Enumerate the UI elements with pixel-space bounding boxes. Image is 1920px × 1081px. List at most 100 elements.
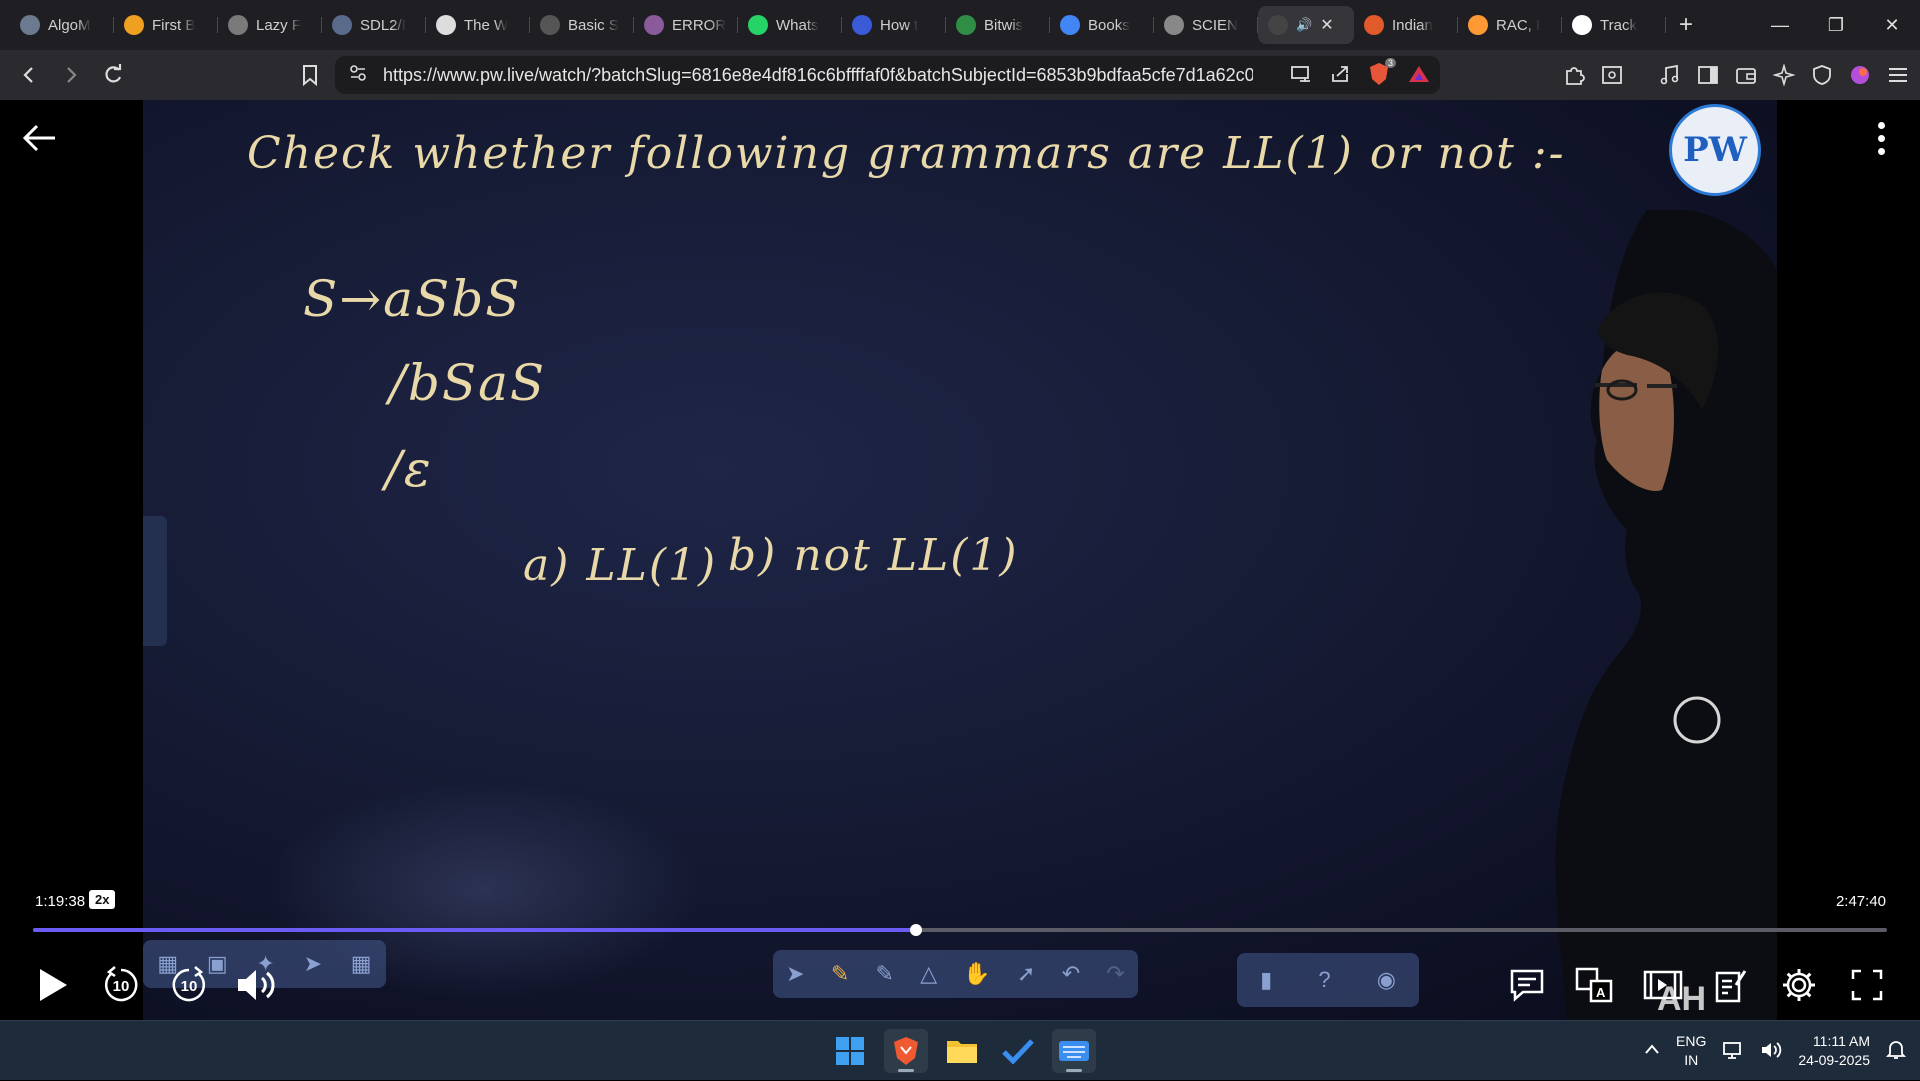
back-arrow-icon[interactable] bbox=[22, 120, 58, 162]
browser-tab[interactable]: Lazy F bbox=[218, 6, 322, 44]
volume-icon[interactable] bbox=[234, 962, 280, 1008]
browser-tab[interactable]: Books bbox=[1050, 6, 1154, 44]
windows-taskbar: ENG IN 11:11 AM 24-09-2025 bbox=[0, 1020, 1920, 1080]
leo-ai-icon[interactable] bbox=[1772, 63, 1796, 87]
region-code: IN bbox=[1684, 1052, 1699, 1068]
share-icon[interactable] bbox=[1330, 64, 1350, 89]
tab-title: Books bbox=[1088, 16, 1130, 34]
hand-icon: ✋ bbox=[963, 961, 991, 986]
rewind-10-icon[interactable]: 10 bbox=[98, 962, 144, 1008]
browser-tab[interactable]: First B bbox=[114, 6, 218, 44]
browser-tab[interactable]: Bitwis bbox=[946, 6, 1050, 44]
more-options-icon[interactable] bbox=[1878, 122, 1886, 155]
settings-gear-icon[interactable] bbox=[1776, 962, 1822, 1008]
seek-bar-handle[interactable] bbox=[909, 924, 922, 936]
browser-toolbar: https://www.pw.live/watch/?batchSlug=681… bbox=[0, 50, 1920, 100]
image-icon: ▦ bbox=[350, 951, 372, 976]
brave-browser-icon[interactable] bbox=[884, 1029, 928, 1073]
vpn-icon[interactable] bbox=[1810, 63, 1834, 87]
forward-10-icon[interactable]: 10 bbox=[166, 962, 212, 1008]
chat-icon[interactable] bbox=[1504, 962, 1550, 1008]
wallet-icon[interactable] bbox=[1734, 63, 1758, 87]
url-text[interactable]: https://www.pw.live/watch/?batchSlug=681… bbox=[383, 65, 1253, 86]
forward-10-label: 10 bbox=[180, 978, 198, 995]
tab-title: SCIEN bbox=[1192, 16, 1238, 34]
browser-tab[interactable]: How t bbox=[842, 6, 946, 44]
tab-title: Lazy F bbox=[256, 16, 302, 34]
pointer-icon: ➤ bbox=[786, 961, 805, 986]
system-clock[interactable]: 11:11 AM 24-09-2025 bbox=[1798, 1032, 1870, 1070]
minimize-icon[interactable]: — bbox=[1752, 0, 1808, 50]
reload-icon[interactable] bbox=[94, 56, 132, 94]
pw-logo: PW bbox=[1669, 104, 1761, 196]
shield-count-badge: 3 bbox=[1384, 58, 1396, 68]
browser-tab[interactable]: AlgoM bbox=[10, 6, 114, 44]
file-explorer-icon[interactable] bbox=[940, 1029, 984, 1073]
reader-mode-icon[interactable] bbox=[1600, 63, 1624, 87]
browser-tab[interactable]: Track bbox=[1562, 6, 1666, 44]
input-language[interactable]: ENG IN bbox=[1676, 1032, 1706, 1070]
board-tray-right: ▮ ? ◉ bbox=[1237, 953, 1419, 1007]
play-icon[interactable] bbox=[30, 962, 76, 1008]
seek-bar[interactable] bbox=[33, 924, 1887, 936]
browser-tab[interactable]: The W bbox=[426, 6, 530, 44]
bookmark-icon[interactable] bbox=[291, 56, 329, 94]
wikipedia-icon bbox=[436, 15, 456, 35]
volume-tray-icon[interactable] bbox=[1760, 1040, 1782, 1063]
extensions-icon[interactable] bbox=[1562, 63, 1586, 87]
playback-speed-button[interactable]: 2x bbox=[89, 890, 116, 909]
browser-tab[interactable]: SCIEN bbox=[1154, 6, 1258, 44]
translate-icon[interactable]: A bbox=[1572, 962, 1618, 1008]
browser-tab[interactable]: Whats bbox=[738, 6, 842, 44]
tab-close-icon[interactable]: ✕ bbox=[1320, 15, 1333, 35]
back-icon[interactable] bbox=[10, 56, 48, 94]
board-tray-center: ➤ ✎ ✎ △ ✋ ➚ ↶ ↷ bbox=[773, 950, 1138, 998]
arrow-tool-icon: ➚ bbox=[1017, 961, 1036, 986]
restore-icon[interactable]: ❐ bbox=[1808, 0, 1864, 50]
address-bar[interactable]: https://www.pw.live/watch/?batchSlug=681… bbox=[335, 56, 1440, 94]
browser-tab[interactable]: SDL2/I bbox=[322, 6, 426, 44]
keyboard-app-icon[interactable] bbox=[1052, 1029, 1096, 1073]
sidebar-icon[interactable] bbox=[1696, 63, 1720, 87]
browser-tab[interactable]: Basic S bbox=[530, 6, 634, 44]
todo-app-icon[interactable] bbox=[996, 1029, 1040, 1073]
new-tab-button[interactable]: + bbox=[1666, 11, 1706, 39]
redo-icon: ↷ bbox=[1106, 961, 1125, 986]
video-player[interactable]: Check whether following grammars are LL(… bbox=[0, 100, 1920, 1020]
menu-icon[interactable] bbox=[1886, 63, 1910, 87]
tab-audio-icon[interactable]: 🔊 bbox=[1296, 17, 1312, 33]
fullscreen-icon[interactable] bbox=[1844, 962, 1890, 1008]
tab-title: Bitwis bbox=[984, 16, 1024, 34]
seek-bar-played bbox=[33, 928, 916, 932]
picture-in-picture-icon[interactable] bbox=[1640, 962, 1686, 1008]
tab-title: First B bbox=[152, 16, 196, 34]
cast-icon[interactable] bbox=[1290, 65, 1312, 88]
grammar-line-1: S→aSbS bbox=[303, 270, 522, 328]
poll-icon: ▮ bbox=[1260, 967, 1273, 992]
media-icon[interactable] bbox=[1658, 63, 1682, 87]
show-hidden-icons[interactable] bbox=[1644, 1042, 1660, 1060]
browser-tab[interactable]: 🔊 ✕ bbox=[1258, 6, 1354, 44]
lang-code: ENG bbox=[1676, 1033, 1707, 1049]
question-icon: ? bbox=[1318, 967, 1331, 992]
browser-tab[interactable]: RAC, I bbox=[1458, 6, 1562, 44]
clock-time: 11:11 AM bbox=[1812, 1033, 1870, 1049]
notes-icon[interactable] bbox=[1708, 962, 1754, 1008]
site-settings-icon[interactable] bbox=[349, 64, 367, 87]
notification-bell-icon[interactable] bbox=[1885, 1039, 1907, 1064]
brave-shields-icon[interactable]: 3 bbox=[1368, 58, 1396, 91]
profile-icon[interactable] bbox=[1848, 63, 1872, 87]
browser-tab[interactable]: ERROR bbox=[634, 6, 738, 44]
side-panel-handle[interactable] bbox=[143, 516, 167, 646]
windows-start-icon[interactable] bbox=[828, 1029, 872, 1073]
browser-tab[interactable]: Indian bbox=[1354, 6, 1458, 44]
tab-title: The W bbox=[464, 16, 509, 34]
camera-icon: ◉ bbox=[1376, 967, 1396, 992]
rewind-10-label: 10 bbox=[112, 978, 130, 995]
close-window-icon[interactable]: ✕ bbox=[1864, 0, 1920, 50]
brave-rewards-icon[interactable] bbox=[1408, 64, 1430, 89]
tab-title: AlgoM bbox=[48, 16, 91, 34]
india-flag-icon bbox=[1468, 15, 1488, 35]
forward-icon[interactable] bbox=[52, 56, 90, 94]
network-icon[interactable] bbox=[1722, 1040, 1744, 1063]
